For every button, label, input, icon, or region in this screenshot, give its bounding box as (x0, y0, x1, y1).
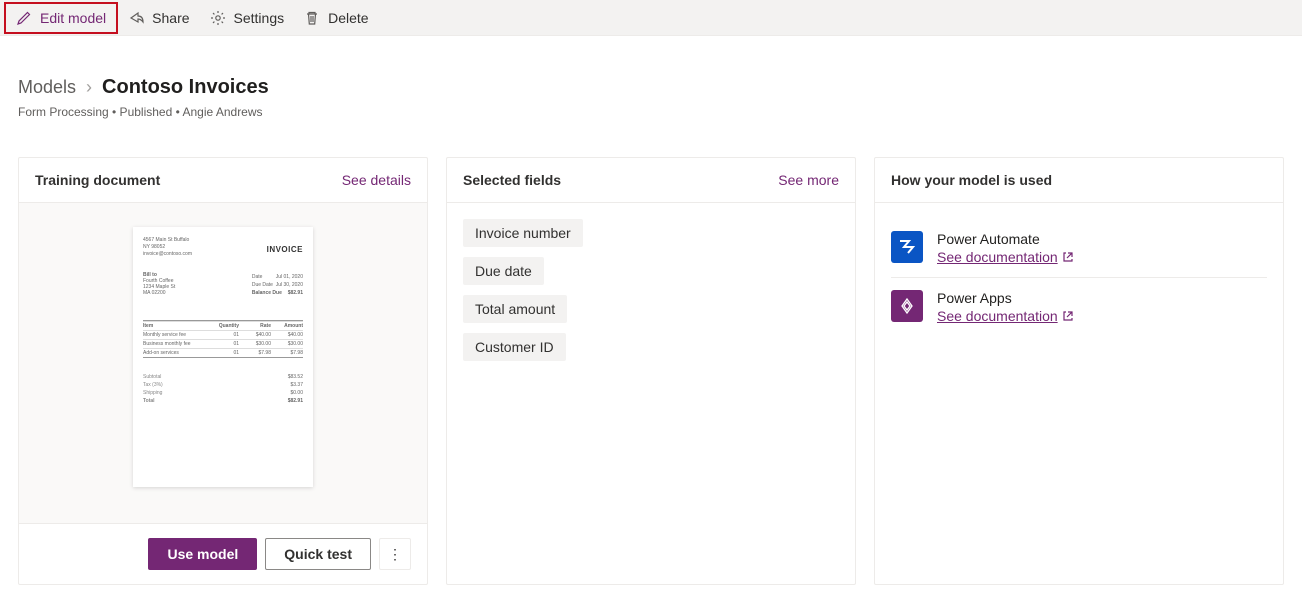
power-automate-icon (891, 231, 923, 263)
chevron-right-icon: › (86, 77, 92, 98)
edit-model-label: Edit model (40, 10, 106, 26)
delete-button[interactable]: Delete (294, 4, 378, 32)
document-thumbnail[interactable]: INVOICE 4567 Main St Buffalo NY 98052 in… (133, 227, 313, 487)
usage-item-automate: Power Automate See documentation (891, 219, 1267, 277)
pencil-icon (16, 10, 32, 26)
fields-card-title: Selected fields (463, 172, 561, 188)
usage-card-title: How your model is used (891, 172, 1052, 188)
trash-icon (304, 10, 320, 26)
page-content: Models › Contoso Invoices Form Processin… (0, 36, 1302, 605)
model-subinfo: Form Processing • Published • Angie Andr… (18, 105, 1284, 119)
gear-icon (210, 10, 226, 26)
command-bar: Edit model Share Settings Delete (0, 0, 1302, 36)
see-more-link[interactable]: See more (778, 172, 839, 188)
usage-card-body: Power Automate See documentation Power A… (875, 203, 1283, 584)
see-details-link[interactable]: See details (342, 172, 411, 188)
breadcrumb-root[interactable]: Models (18, 77, 76, 98)
usage-item-apps: Power Apps See documentation (891, 277, 1267, 336)
share-label: Share (152, 10, 189, 26)
fields-card-body: Invoice number Due date Total amount Cus… (447, 203, 855, 584)
thumb-invoice-label: INVOICE (267, 245, 303, 254)
more-vertical-icon: ⋮ (388, 546, 402, 563)
cards-row: Training document See details INVOICE 45… (18, 157, 1284, 585)
apps-doc-link[interactable]: See documentation (937, 308, 1074, 324)
edit-model-button[interactable]: Edit model (4, 2, 118, 34)
external-link-icon (1062, 251, 1074, 263)
field-chip: Customer ID (463, 333, 566, 361)
external-link-icon (1062, 310, 1074, 322)
breadcrumb-current: Contoso Invoices (102, 76, 269, 99)
training-card-footer: Use model Quick test ⋮ (19, 523, 427, 584)
share-button[interactable]: Share (118, 4, 199, 32)
fields-card-header: Selected fields See more (447, 158, 855, 203)
field-chip: Due date (463, 257, 544, 285)
model-usage-card: How your model is used Power Automate Se… (874, 157, 1284, 585)
field-chip: Invoice number (463, 219, 583, 247)
field-chip: Total amount (463, 295, 567, 323)
usage-automate-title: Power Automate (937, 231, 1074, 247)
usage-apps-title: Power Apps (937, 290, 1074, 306)
training-card-title: Training document (35, 172, 160, 188)
more-actions-button[interactable]: ⋮ (379, 538, 411, 570)
training-card-body: INVOICE 4567 Main St Buffalo NY 98052 in… (19, 203, 427, 523)
training-card-header: Training document See details (19, 158, 427, 203)
settings-button[interactable]: Settings (200, 4, 295, 32)
delete-label: Delete (328, 10, 368, 26)
quick-test-button[interactable]: Quick test (265, 538, 371, 570)
training-document-card: Training document See details INVOICE 45… (18, 157, 428, 585)
automate-doc-link[interactable]: See documentation (937, 249, 1074, 265)
selected-fields-card: Selected fields See more Invoice number … (446, 157, 856, 585)
share-icon (128, 10, 144, 26)
settings-label: Settings (234, 10, 285, 26)
power-apps-icon (891, 290, 923, 322)
breadcrumb: Models › Contoso Invoices (18, 76, 1284, 99)
use-model-button[interactable]: Use model (148, 538, 257, 570)
usage-card-header: How your model is used (875, 158, 1283, 203)
